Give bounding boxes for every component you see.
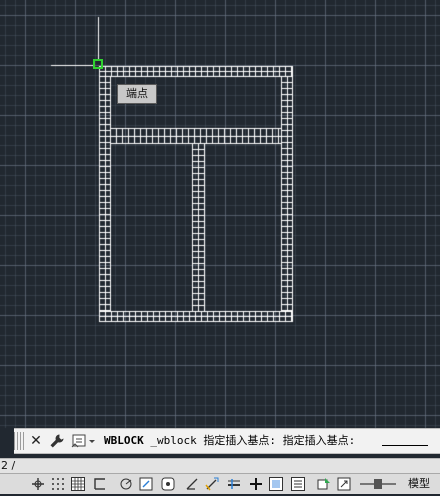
osnap-tooltip: 端点 [117,84,157,104]
coordinate-icon[interactable] [30,476,46,492]
endpoint-snap-marker [93,59,103,69]
command-input-cursor [382,445,428,446]
snap-icon[interactable] [92,476,108,492]
plus-icon[interactable] [248,476,264,492]
otrack-icon[interactable] [160,476,176,492]
customize-icon[interactable] [48,432,66,450]
layout-tab-label[interactable]: 2 / [0,459,15,473]
command-line-grip[interactable] [14,432,24,450]
command-line[interactable]: ✕ WBLOCK _wblock 指定插入基点: 指定插入基点: [14,428,440,454]
command-name: WBLOCK [104,434,144,447]
grid-dots-icon[interactable] [50,476,66,492]
quick-properties-icon[interactable] [290,476,306,492]
lineweight-icon[interactable] [226,476,242,492]
model-space-label[interactable]: 模型 [408,476,430,492]
workspace-slider-icon[interactable] [358,476,398,492]
polar-icon[interactable] [118,476,134,492]
close-icon[interactable]: ✕ [28,429,44,453]
command-prompt-text: _wblock 指定插入基点: 指定插入基点: [143,434,356,447]
selection-cycling-icon[interactable] [316,476,332,492]
dynamic-input-icon[interactable] [204,476,220,492]
ucs-icon[interactable] [184,476,200,492]
transparency-icon[interactable] [268,476,284,492]
status-bar: 模型 [0,473,440,494]
layout-tab-strip[interactable]: 2 / [0,458,440,473]
command-line-text[interactable]: WBLOCK _wblock 指定插入基点: 指定插入基点: [104,429,355,453]
grid-icon[interactable] [70,476,86,492]
osnap-icon[interactable] [138,476,154,492]
annotation-icon[interactable] [336,476,352,492]
recent-commands-button[interactable] [70,432,100,450]
wrench-icon [50,434,64,448]
prompt-icon [71,434,95,448]
drawing-viewport[interactable] [0,0,440,494]
